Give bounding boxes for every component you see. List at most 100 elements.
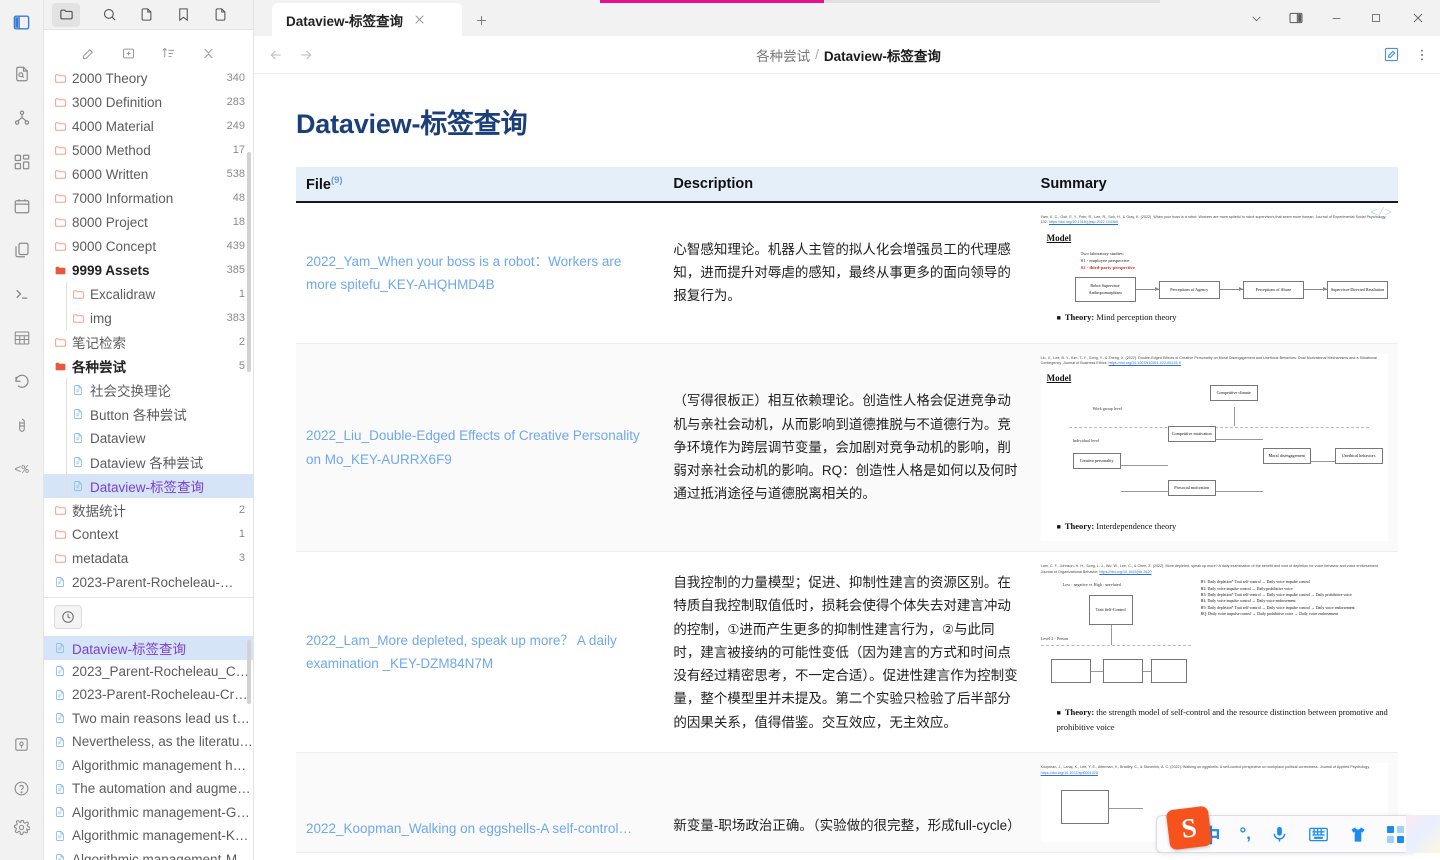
- doi-link[interactable]: https://doi.org/10.1007/s10551-022-05135…: [1109, 361, 1181, 365]
- tree-folder-item[interactable]: Context 1: [44, 522, 253, 546]
- tree-folder-item[interactable]: 9000 Concept 439: [44, 234, 253, 258]
- file-search-icon[interactable]: [6, 58, 38, 90]
- history-icon[interactable]: [6, 366, 38, 398]
- file-icon: [54, 689, 72, 701]
- help-icon[interactable]: [6, 772, 38, 804]
- code-block-icon[interactable]: </>: [1370, 206, 1392, 220]
- column-header-summary[interactable]: Summary: [1030, 167, 1398, 203]
- file-icon: [54, 759, 72, 771]
- tree-folder-item[interactable]: metadata 3: [44, 546, 253, 570]
- file-tab[interactable]: [139, 7, 154, 22]
- tree-folder-item[interactable]: 2000 Theory 340: [44, 66, 253, 90]
- tree-file-item[interactable]: Dataview-标签查询: [44, 474, 253, 498]
- new-file-tab[interactable]: [213, 7, 228, 22]
- graph-view-icon[interactable]: [6, 102, 38, 134]
- folder-open-icon: [54, 264, 72, 277]
- folder-tree[interactable]: 2000 Theory 340 3000 Definition 283 4000 Mat…: [44, 60, 253, 597]
- column-header-description[interactable]: Description: [663, 167, 1031, 203]
- bookmarks-tab[interactable]: [176, 7, 191, 22]
- sogou-logo-icon[interactable]: S: [1166, 805, 1213, 851]
- list-item[interactable]: Algorithmic management has …: [44, 754, 253, 778]
- clock-icon[interactable]: [54, 605, 82, 629]
- list-item[interactable]: Nevertheless, as the literature …: [44, 730, 253, 754]
- file-link[interactable]: 2022_Liu_Double-Edged Effects of Creativ…: [306, 428, 640, 466]
- list-item[interactable]: Algorithmic management-Ga…: [44, 801, 253, 825]
- doi-link[interactable]: https://doi.org/10.1037/apl0001025: [1041, 771, 1098, 775]
- breadcrumb[interactable]: 各种尝试 / Dataview-标签查询: [328, 45, 1369, 65]
- tree-file-item[interactable]: 社会交换理论: [44, 378, 253, 402]
- vault-icon[interactable]: [6, 728, 38, 760]
- list-item[interactable]: Algorithmic management-Kell…: [44, 824, 253, 848]
- arrow-left-icon[interactable]: [268, 47, 284, 63]
- arrow-right-icon[interactable]: [298, 47, 314, 63]
- file-link[interactable]: 2022_Yam_When your boss is a robot：Worke…: [306, 254, 621, 292]
- tree-scrollbar[interactable]: [247, 152, 251, 372]
- tree-folder-item[interactable]: 笔记检索 2: [44, 330, 253, 354]
- tree-file-item[interactable]: Dataview 各种尝试: [44, 450, 253, 474]
- tree-folder-item[interactable]: 9999 Assets 385: [44, 258, 253, 282]
- chevron-down-icon[interactable]: [1236, 0, 1276, 36]
- tree-folder-item[interactable]: 7000 Information 48: [44, 186, 253, 210]
- doi-link[interactable]: https://doi.org/10.1002/job.2620: [1099, 570, 1151, 574]
- copy-files-icon[interactable]: [6, 234, 38, 266]
- toolbox-icon[interactable]: [1387, 825, 1404, 843]
- more-vertical-icon[interactable]: [1414, 47, 1430, 63]
- toggle-sidebar-icon[interactable]: [6, 6, 38, 38]
- editor-tab[interactable]: Dataview-标签查询: [272, 3, 462, 36]
- tree-file-item[interactable]: Button 各种尝试: [44, 402, 253, 426]
- tree-file-item[interactable]: 2023-Parent-Rocheleau-Creati…: [44, 570, 253, 594]
- soft-keyboard-icon[interactable]: [1308, 825, 1329, 844]
- citation-text: Yam, K. C., Goh, E. Y., Fehr, R., Lee, R…: [1040, 214, 1387, 225]
- column-header-file[interactable]: File(9): [296, 167, 664, 203]
- tree-folder-item[interactable]: 6000 Written 538: [44, 162, 253, 186]
- list-item[interactable]: 2023_Parent-Rocheleau_Creati…: [44, 660, 253, 684]
- tree-item-label: 笔记检索: [72, 336, 126, 351]
- file-icon: [72, 480, 90, 492]
- recent-files-list[interactable]: Dataview-标签查询 2023_Parent-Rocheleau_Creat…: [44, 636, 253, 860]
- list-item[interactable]: Dataview-标签查询: [44, 636, 253, 660]
- search-tab[interactable]: [102, 7, 117, 22]
- table-icon[interactable]: [6, 322, 38, 354]
- calendar-icon[interactable]: [6, 190, 38, 222]
- minimize-icon[interactable]: [1316, 0, 1356, 36]
- tree-folder-item[interactable]: 3000 Definition 283: [44, 90, 253, 114]
- list-item[interactable]: The automation and augment…: [44, 777, 253, 801]
- plus-icon[interactable]: [474, 13, 489, 28]
- list-item[interactable]: Algorithmic management-Mat…: [44, 848, 253, 860]
- voice-input-icon[interactable]: [1270, 825, 1289, 844]
- window-close-icon[interactable]: [1396, 0, 1440, 36]
- doi-link[interactable]: https://doi.org/10.1016/j.jesp.2022.1043…: [1049, 220, 1118, 224]
- tree-folder-item[interactable]: img 383: [44, 306, 253, 330]
- terminal-icon[interactable]: [6, 278, 38, 310]
- tree-folder-item[interactable]: Excalidraw 1: [44, 282, 253, 306]
- model-path-diagram: Work group level Individual level Compet…: [1045, 384, 1388, 511]
- breadcrumb-parent[interactable]: 各种尝试: [756, 45, 810, 65]
- tree-item-label: 4000 Material: [72, 118, 154, 134]
- skin-icon[interactable]: [1348, 825, 1368, 844]
- canvas-icon[interactable]: [6, 146, 38, 178]
- punctuation-mode-icon[interactable]: °,: [1239, 824, 1251, 844]
- toggle-right-sidebar-icon[interactable]: [1276, 0, 1316, 36]
- tree-file-item[interactable]: Dataview: [44, 426, 253, 450]
- folder-icon: [54, 72, 72, 85]
- explorer-tab[interactable]: [52, 2, 80, 27]
- file-link[interactable]: 2022_Koopman_Walking on eggshells-A self…: [306, 821, 632, 836]
- tree-folder-item[interactable]: 数据统计 2: [44, 498, 253, 522]
- templater-icon[interactable]: <%: [6, 454, 38, 486]
- maximize-icon[interactable]: [1356, 0, 1396, 36]
- recent-scrollbar[interactable]: [247, 640, 251, 704]
- tree-folder-item[interactable]: 4000 Material 249: [44, 114, 253, 138]
- bullet-square-icon: ■: [1056, 314, 1061, 322]
- cell-summary: Lam, C. F., Johnson, H. H., Song, L. J.,…: [1030, 551, 1398, 754]
- tree-folder-item[interactable]: 8000 Project 18: [44, 210, 253, 234]
- settings-icon[interactable]: [6, 816, 38, 848]
- cell-summary: Liu, X., Lee, B. Y., Kim, T.-Y., Gong, Y…: [1030, 343, 1398, 553]
- tree-folder-item[interactable]: 各种尝试 5: [44, 354, 253, 378]
- list-item[interactable]: 2023-Parent-Rocheleau-Creati…: [44, 683, 253, 707]
- tree-folder-item[interactable]: 5000 Method 17: [44, 138, 253, 162]
- list-item[interactable]: Two main reasons lead us to p…: [44, 707, 253, 731]
- file-link[interactable]: 2022_Lam_More depleted, speak up more？ A…: [306, 633, 617, 671]
- edit-pencil-icon[interactable]: [1383, 46, 1400, 63]
- attachment-icon[interactable]: [6, 410, 38, 442]
- close-icon[interactable]: [413, 13, 426, 26]
